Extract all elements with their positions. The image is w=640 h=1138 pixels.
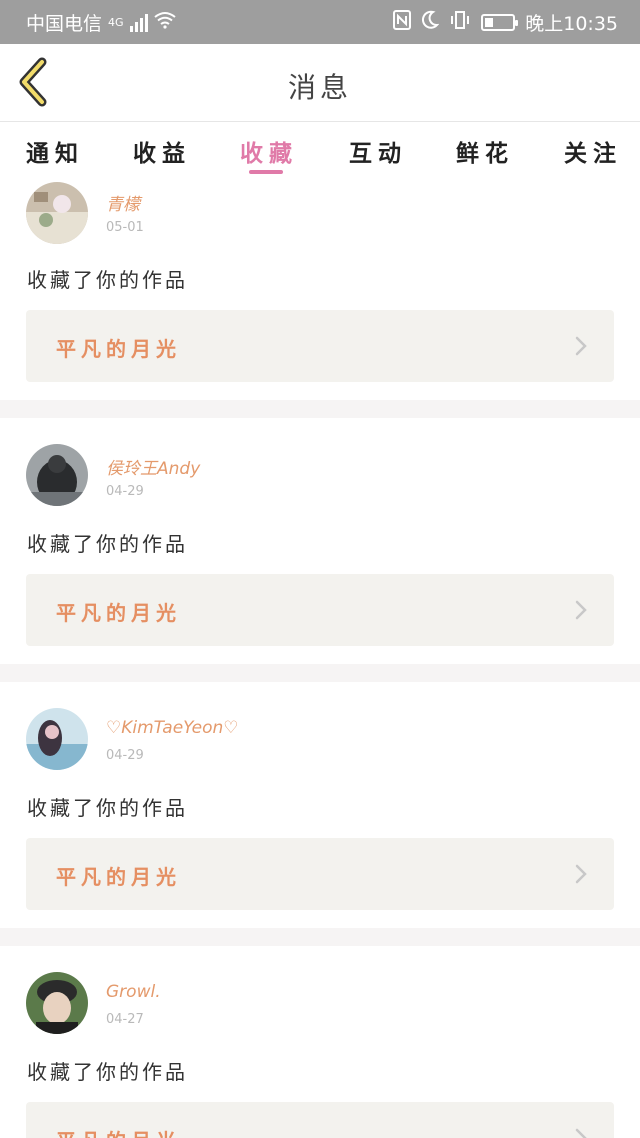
username[interactable]: 青檬 bbox=[106, 190, 140, 215]
moon-icon bbox=[421, 10, 440, 35]
message-text: 收藏了你的作品 bbox=[27, 1060, 188, 1084]
work-title: 平凡的月光 bbox=[56, 1125, 181, 1138]
work-title: 平凡的月光 bbox=[56, 337, 181, 361]
list-item: 侯玲王Andy 04-29 收藏了你的作品 平凡的月光 bbox=[0, 418, 640, 664]
list-item: Growl. 04-27 收藏了你的作品 平凡的月光 bbox=[0, 946, 640, 1138]
carrier-name: 中国电信 bbox=[26, 13, 103, 35]
work-link[interactable]: 平凡的月光 bbox=[26, 574, 614, 646]
work-link[interactable]: 平凡的月光 bbox=[26, 1102, 614, 1138]
status-right: 晚上10:35 bbox=[393, 9, 618, 36]
date: 04-29 bbox=[106, 484, 144, 499]
date: 04-27 bbox=[106, 1012, 144, 1027]
date: 05-01 bbox=[106, 220, 144, 235]
username[interactable]: 侯玲王Andy bbox=[106, 454, 200, 479]
username[interactable]: ♡KimTaeYeon♡ bbox=[106, 718, 239, 738]
status-left: 中国电信 4G bbox=[26, 9, 176, 36]
avatar[interactable] bbox=[26, 708, 88, 770]
signal-icon bbox=[129, 13, 148, 32]
message-text: 收藏了你的作品 bbox=[27, 268, 188, 292]
tab-favorites[interactable]: 收藏 bbox=[240, 134, 298, 168]
avatar[interactable] bbox=[26, 444, 88, 506]
chevron-right-icon bbox=[575, 864, 587, 884]
work-link[interactable]: 平凡的月光 bbox=[26, 838, 614, 910]
favorites-list: 青檬 05-01 收藏了你的作品 平凡的月光 侯玲王Andy 04-29 收藏了… bbox=[0, 178, 640, 1138]
work-title: 平凡的月光 bbox=[56, 865, 181, 889]
avatar[interactable] bbox=[26, 182, 88, 244]
wifi-icon bbox=[153, 11, 176, 34]
network-type: 4G bbox=[108, 16, 124, 29]
nfc-icon bbox=[393, 10, 412, 35]
divider bbox=[0, 664, 640, 682]
tab-follows[interactable]: 关注 bbox=[564, 134, 622, 168]
date: 04-29 bbox=[106, 748, 144, 763]
chevron-right-icon bbox=[575, 600, 587, 620]
chevron-right-icon bbox=[575, 1128, 587, 1138]
battery-icon bbox=[481, 14, 519, 31]
tab-bar: 通知 收益 收藏 互动 鲜花 关注 bbox=[0, 122, 640, 178]
chevron-right-icon bbox=[575, 336, 587, 356]
page-title: 消息 bbox=[287, 71, 352, 104]
username[interactable]: Growl. bbox=[106, 982, 161, 1002]
divider bbox=[0, 400, 640, 418]
work-link[interactable]: 平凡的月光 bbox=[26, 310, 614, 382]
tab-notifications[interactable]: 通知 bbox=[26, 134, 84, 168]
status-bar: 中国电信 4G 晚上10:35 bbox=[0, 0, 640, 44]
tab-interactions[interactable]: 互动 bbox=[349, 134, 407, 168]
status-time: 晚上10:35 bbox=[525, 13, 618, 35]
work-title: 平凡的月光 bbox=[56, 601, 181, 625]
header: 消息 bbox=[0, 44, 640, 122]
active-tab-indicator bbox=[249, 170, 283, 174]
divider bbox=[0, 928, 640, 946]
message-text: 收藏了你的作品 bbox=[27, 532, 188, 556]
avatar[interactable] bbox=[26, 972, 88, 1034]
message-text: 收藏了你的作品 bbox=[27, 796, 188, 820]
tab-flowers[interactable]: 鲜花 bbox=[456, 134, 514, 168]
list-item: 青檬 05-01 收藏了你的作品 平凡的月光 bbox=[0, 178, 640, 400]
list-item: ♡KimTaeYeon♡ 04-29 收藏了你的作品 平凡的月光 bbox=[0, 682, 640, 928]
tab-earnings[interactable]: 收益 bbox=[133, 134, 191, 168]
vibrate-icon bbox=[449, 10, 471, 35]
